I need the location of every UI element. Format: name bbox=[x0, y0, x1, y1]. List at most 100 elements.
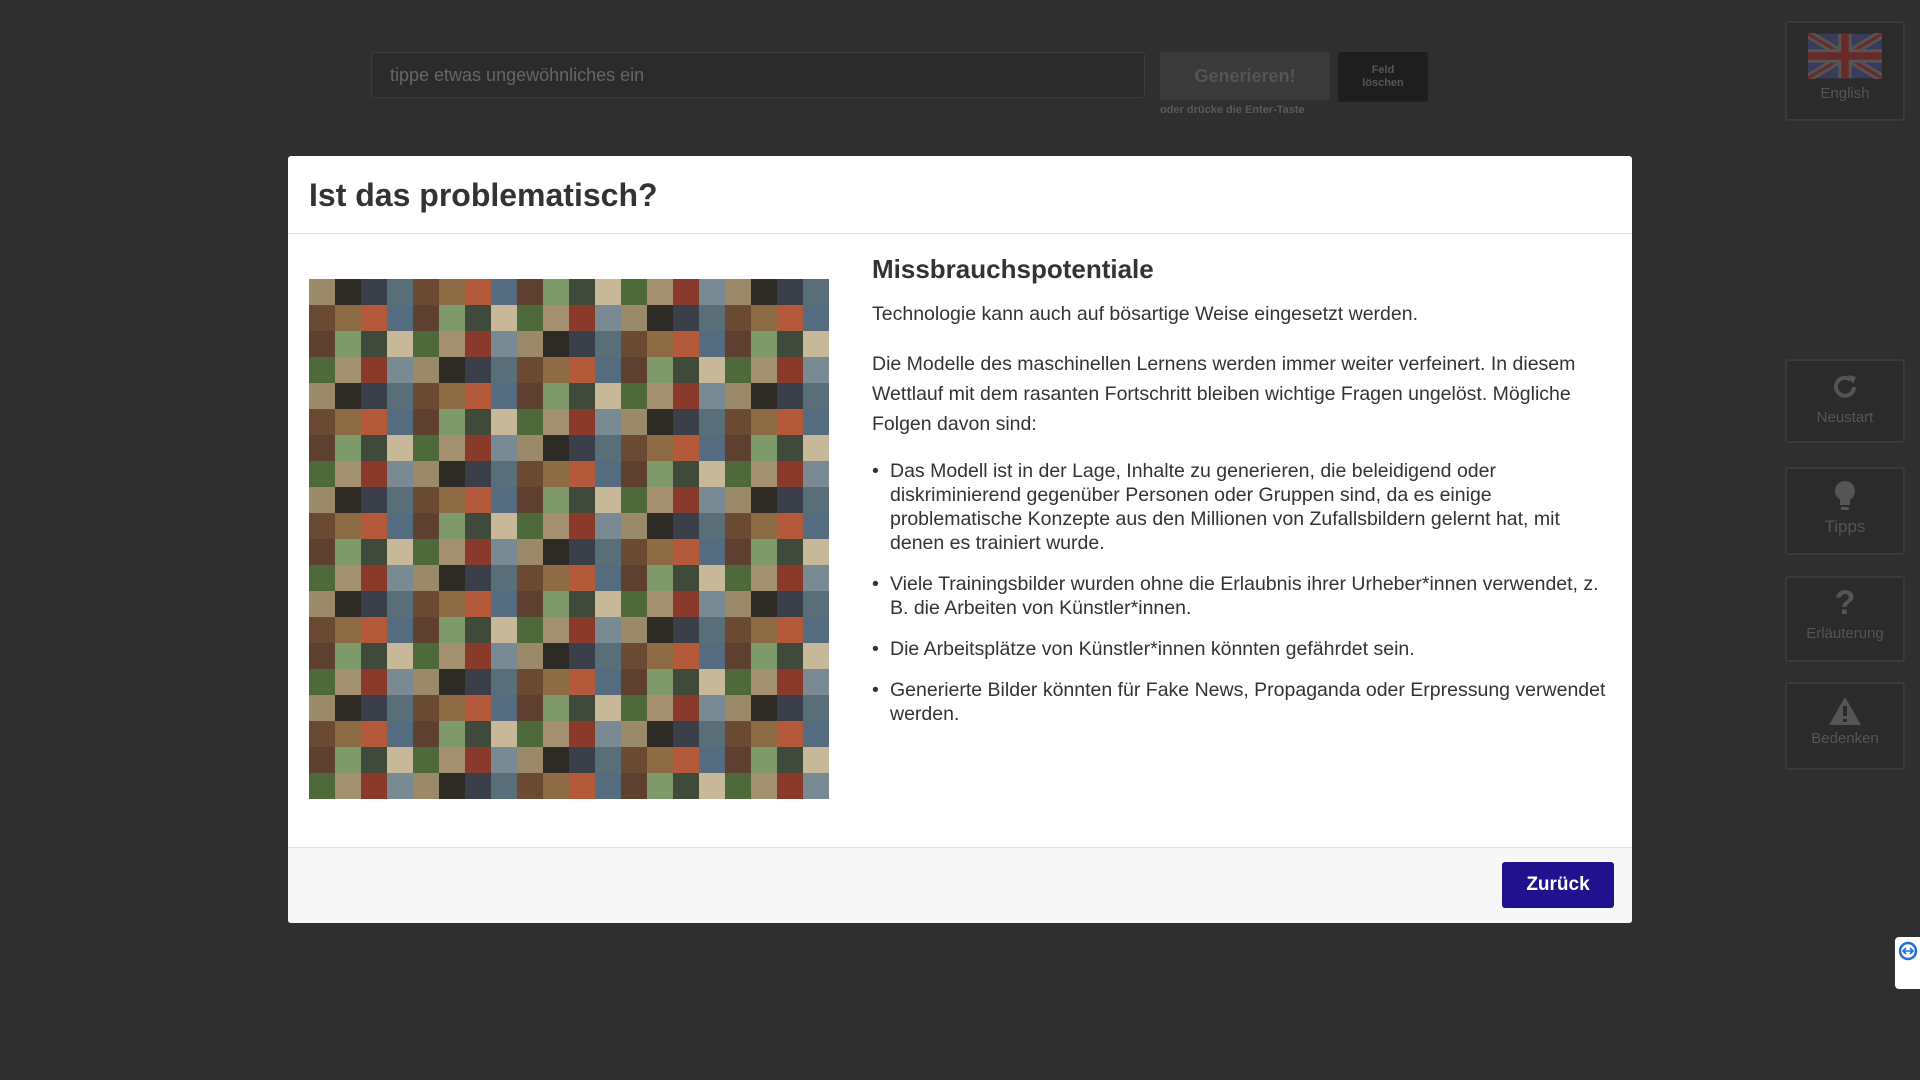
mosaic-tile bbox=[543, 747, 569, 773]
mosaic-tile bbox=[465, 669, 491, 695]
mosaic-tile bbox=[673, 695, 699, 721]
mosaic-tile bbox=[725, 305, 751, 331]
mosaic-tile bbox=[361, 617, 387, 643]
mosaic-tile bbox=[387, 279, 413, 305]
mosaic-tile bbox=[413, 461, 439, 487]
mosaic-tile bbox=[413, 617, 439, 643]
mosaic-tile bbox=[569, 331, 595, 357]
mosaic-tile bbox=[491, 773, 517, 799]
mosaic-tile bbox=[699, 435, 725, 461]
mosaic-tile bbox=[439, 721, 465, 747]
mosaic-tile bbox=[699, 721, 725, 747]
mosaic-tile bbox=[491, 643, 517, 669]
mosaic-tile bbox=[725, 695, 751, 721]
mosaic-tile bbox=[621, 513, 647, 539]
mosaic-tile bbox=[777, 487, 803, 513]
mosaic-tile bbox=[673, 565, 699, 591]
mosaic-tile bbox=[335, 435, 361, 461]
mosaic-tile bbox=[777, 721, 803, 747]
mosaic-tile bbox=[595, 435, 621, 461]
mosaic-tile bbox=[361, 435, 387, 461]
mosaic-tile bbox=[335, 721, 361, 747]
training-images-mosaic bbox=[309, 279, 829, 799]
mosaic-tile bbox=[361, 773, 387, 799]
mosaic-tile bbox=[751, 695, 777, 721]
mosaic-tile bbox=[309, 591, 335, 617]
mosaic-tile bbox=[491, 357, 517, 383]
mosaic-tile bbox=[647, 383, 673, 409]
mosaic-tile bbox=[621, 279, 647, 305]
mosaic-tile bbox=[361, 695, 387, 721]
mosaic-tile bbox=[673, 279, 699, 305]
mosaic-tile bbox=[647, 669, 673, 695]
mosaic-tile bbox=[751, 487, 777, 513]
mosaic-tile bbox=[387, 331, 413, 357]
mosaic-tile bbox=[335, 669, 361, 695]
mosaic-tile bbox=[621, 461, 647, 487]
mosaic-tile bbox=[413, 669, 439, 695]
list-item: • Generierte Bilder könnten für Fake News… bbox=[872, 679, 1606, 725]
mosaic-tile bbox=[803, 357, 829, 383]
mosaic-tile bbox=[517, 617, 543, 643]
mosaic-tile bbox=[465, 539, 491, 565]
mosaic-tile bbox=[673, 773, 699, 799]
mosaic-tile bbox=[491, 721, 517, 747]
mosaic-tile bbox=[777, 773, 803, 799]
mosaic-tile bbox=[777, 539, 803, 565]
mosaic-tile bbox=[725, 409, 751, 435]
mosaic-tile bbox=[595, 331, 621, 357]
mosaic-tile bbox=[569, 305, 595, 331]
mosaic-tile bbox=[491, 409, 517, 435]
consequences-list: • Das Modell ist in der Lage, Inhalte zu … bbox=[872, 459, 1607, 726]
mosaic-tile bbox=[751, 279, 777, 305]
mosaic-tile bbox=[335, 643, 361, 669]
mosaic-tile bbox=[517, 435, 543, 461]
mosaic-tile bbox=[465, 409, 491, 435]
mosaic-tile bbox=[361, 643, 387, 669]
mosaic-tile bbox=[491, 435, 517, 461]
mosaic-tile bbox=[413, 747, 439, 773]
mosaic-tile bbox=[803, 643, 829, 669]
mosaic-tile bbox=[309, 669, 335, 695]
mosaic-tile bbox=[673, 643, 699, 669]
modal-header: Ist das problematisch? bbox=[288, 156, 1632, 234]
mosaic-tile bbox=[517, 513, 543, 539]
mosaic-tile bbox=[439, 695, 465, 721]
mosaic-tile bbox=[517, 721, 543, 747]
mosaic-tile bbox=[543, 487, 569, 513]
mosaic-tile bbox=[699, 513, 725, 539]
mosaic-tile bbox=[465, 383, 491, 409]
mosaic-tile bbox=[465, 721, 491, 747]
mosaic-tile bbox=[465, 617, 491, 643]
mosaic-tile bbox=[543, 357, 569, 383]
mosaic-tile bbox=[725, 773, 751, 799]
mosaic-tile bbox=[439, 773, 465, 799]
mosaic-tile bbox=[673, 617, 699, 643]
mosaic-tile bbox=[673, 487, 699, 513]
mosaic-tile bbox=[751, 305, 777, 331]
mosaic-tile bbox=[647, 591, 673, 617]
mosaic-tile bbox=[621, 435, 647, 461]
mosaic-tile bbox=[439, 617, 465, 643]
mosaic-tile bbox=[517, 565, 543, 591]
mosaic-tile bbox=[309, 383, 335, 409]
mosaic-tile bbox=[439, 565, 465, 591]
mosaic-tile bbox=[595, 695, 621, 721]
mosaic-tile bbox=[751, 357, 777, 383]
mosaic-tile bbox=[673, 513, 699, 539]
mosaic-tile bbox=[621, 643, 647, 669]
mosaic-tile bbox=[725, 383, 751, 409]
mosaic-tile bbox=[309, 747, 335, 773]
list-item-text: Viele Trainingsbilder wurden ohne die Er… bbox=[890, 573, 1599, 619]
mosaic-tile bbox=[647, 617, 673, 643]
mosaic-tile bbox=[621, 383, 647, 409]
mosaic-tile bbox=[647, 565, 673, 591]
mosaic-tile bbox=[465, 773, 491, 799]
mosaic-tile bbox=[777, 357, 803, 383]
mosaic-tile bbox=[439, 331, 465, 357]
mosaic-tile bbox=[335, 279, 361, 305]
mosaic-tile bbox=[725, 435, 751, 461]
mosaic-tile bbox=[439, 357, 465, 383]
back-button[interactable]: Zurück bbox=[1502, 862, 1614, 908]
mosaic-tile bbox=[465, 357, 491, 383]
